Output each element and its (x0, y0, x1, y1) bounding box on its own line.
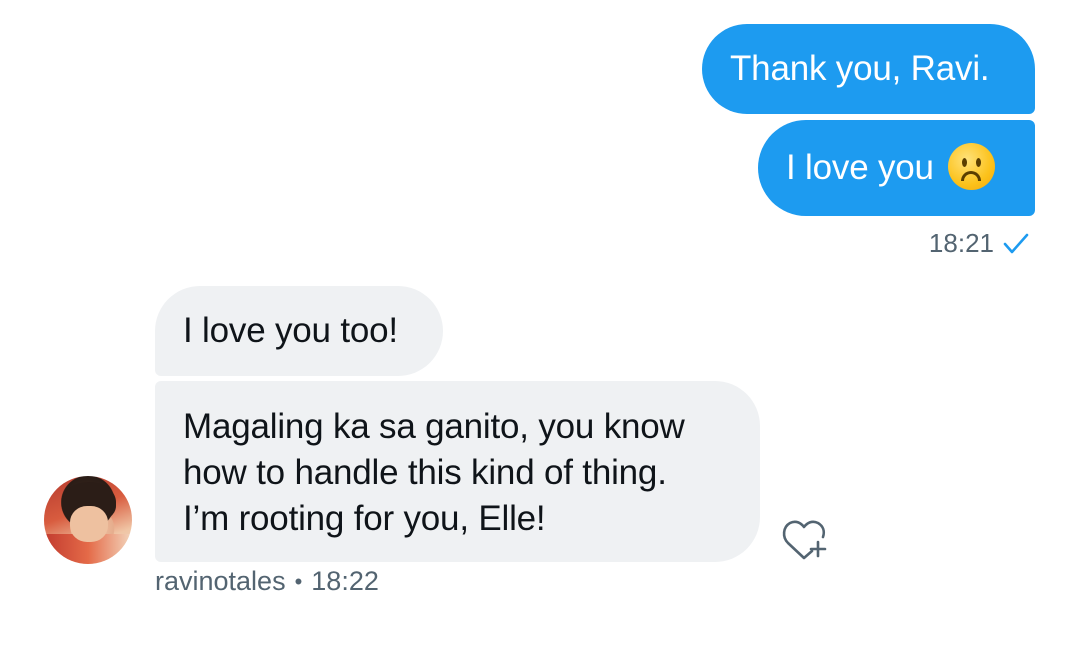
message-text-line: Magaling ka sa ganito, you know (183, 407, 685, 446)
received-message-meta: ravinotales • 18:22 (155, 566, 379, 597)
sent-message-meta: 18:21 (929, 228, 1030, 259)
heart-plus-icon[interactable] (782, 518, 830, 560)
sent-message-bubble[interactable]: I love you (758, 120, 1035, 216)
sender-username[interactable]: ravinotales (155, 566, 286, 597)
message-text-line: how to handle this kind of thing. (183, 453, 667, 492)
received-message-bubble[interactable]: I love you too! (155, 286, 443, 376)
message-text: Thank you, Ravi. (730, 49, 990, 88)
sent-message-bubble[interactable]: Thank you, Ravi. (702, 24, 1035, 114)
message-text-line: I’m rooting for you, Elle! (183, 499, 546, 538)
message-text: I love you (786, 148, 934, 187)
message-text: I love you too! (183, 311, 398, 350)
received-message-bubble[interactable]: Magaling ka sa ganito, you know how to h… (155, 381, 760, 562)
received-timestamp: 18:22 (311, 566, 379, 596)
avatar[interactable] (44, 476, 132, 564)
separator-dot: • (294, 568, 303, 594)
frowning-face-emoji-icon (947, 143, 995, 191)
sent-timestamp: 18:21 (928, 228, 994, 258)
check-icon (1002, 232, 1030, 256)
conversation-view: Thank you, Ravi. I love you 18:21 I love… (0, 0, 1080, 661)
